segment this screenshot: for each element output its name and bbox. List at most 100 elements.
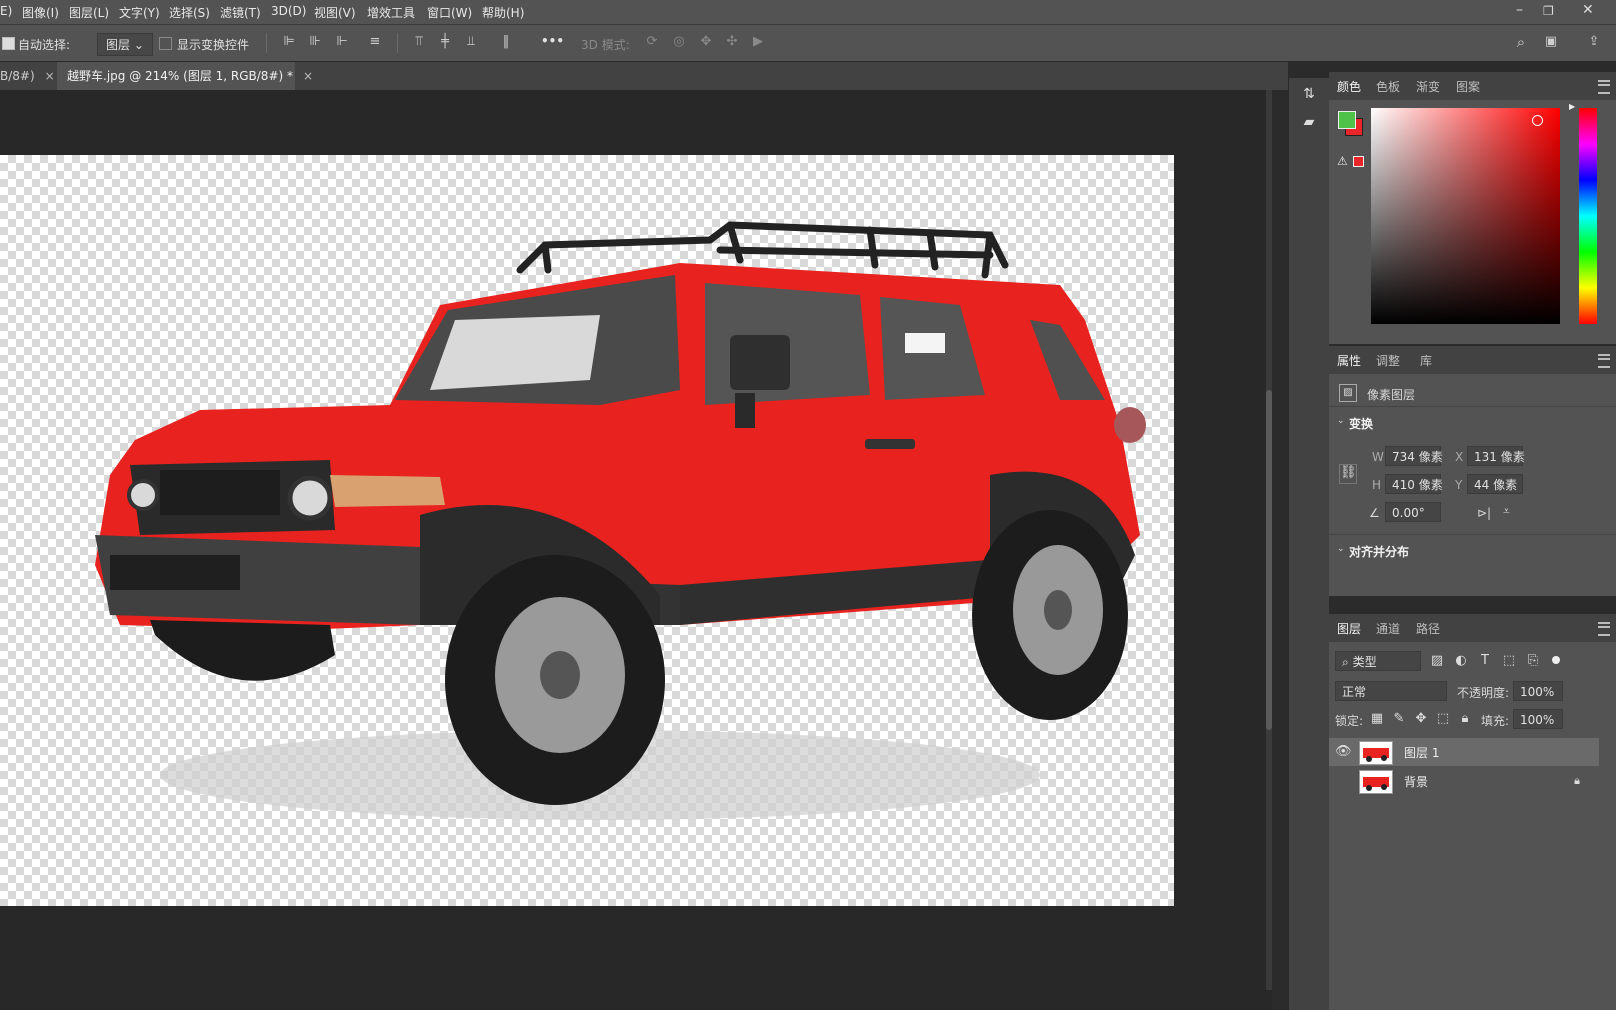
history-icon[interactable]: ⇅ <box>1299 84 1319 104</box>
menu-bar: E) 图像(I) 图层(L) 文字(Y) 选择(S) 滤镜(T) 3D(D) 视… <box>0 0 1616 25</box>
layer-type-label: 像素图层 <box>1367 388 1416 402</box>
layer-thumbnail <box>1359 770 1393 794</box>
lock-all-icon[interactable]: 🔒︎ <box>1457 711 1473 727</box>
auto-select-checkbox[interactable] <box>2 37 15 50</box>
color-picker-cursor[interactable] <box>1532 115 1543 126</box>
eye-icon[interactable]: 👁︎ <box>1335 744 1352 760</box>
tab-color[interactable]: 颜色 <box>1337 78 1361 95</box>
lock-move-icon[interactable]: ✥ <box>1413 711 1429 727</box>
layer-thumbnail <box>1359 741 1393 765</box>
x-field[interactable]: 131 像素 <box>1467 446 1525 466</box>
tab-adjustments[interactable]: 调整 <box>1376 352 1400 369</box>
layers-panel-tabs: 图层 通道 路径 <box>1329 614 1616 642</box>
panel-menu-icon[interactable] <box>1598 622 1610 636</box>
menu-select[interactable]: 选择(S) <box>169 4 210 21</box>
link-dimensions-icon[interactable]: ⛓ <box>1339 464 1357 484</box>
align-hcenter-icon[interactable]: ⊪ <box>307 34 323 50</box>
document-canvas[interactable] <box>0 155 1174 906</box>
filter-shape-icon[interactable]: ⬚ <box>1501 653 1517 669</box>
search-icon[interactable]: ⌕ <box>1513 34 1529 50</box>
gamut-warning-icon[interactable]: ⚠ <box>1337 154 1348 168</box>
roll-3d-icon[interactable]: ◎ <box>671 34 687 50</box>
tab-gradients[interactable]: 渐变 <box>1416 78 1440 95</box>
panel-menu-icon[interactable] <box>1598 354 1610 368</box>
close-window-icon[interactable]: ✕ <box>1582 2 1594 18</box>
angle-field[interactable]: 0.00° <box>1385 502 1441 522</box>
minimize-icon[interactable]: – <box>1516 2 1523 18</box>
filter-pixel-icon[interactable]: ▨ <box>1429 653 1445 669</box>
auto-select-label: 自动选择: <box>18 38 71 52</box>
pan-3d-icon[interactable]: ✥ <box>698 34 714 50</box>
gamut-swatch[interactable] <box>1353 156 1364 167</box>
align-top-icon[interactable]: ⫪ <box>411 34 427 50</box>
menu-plugins[interactable]: 增效工具 <box>367 4 415 21</box>
color-picker-field[interactable] <box>1371 108 1560 324</box>
tab-patterns[interactable]: 图案 <box>1456 78 1480 95</box>
layer-row[interactable]: 👁︎ 图层 1 <box>1329 738 1599 766</box>
tab-document-2[interactable]: 越野车.jpg @ 214% (图层 1, RGB/8#) * × <box>57 62 313 90</box>
scrollbar-thumb[interactable] <box>1266 390 1272 730</box>
layer-row[interactable]: 背景 🔒︎ <box>1329 767 1599 795</box>
camera-3d-icon[interactable]: ▶ <box>750 34 766 50</box>
menu-window[interactable]: 窗口(W) <box>427 4 472 21</box>
more-options-button[interactable]: ••• <box>541 34 564 48</box>
filter-smart-object-icon[interactable]: ⎘ <box>1525 653 1541 669</box>
filter-adjustment-icon[interactable]: ◐ <box>1453 653 1469 669</box>
divider <box>1329 406 1616 407</box>
close-tab-icon[interactable]: × <box>303 69 313 83</box>
distribute-vertical-icon[interactable]: ‖ <box>498 34 514 50</box>
filter-toggle[interactable] <box>1552 656 1560 664</box>
auto-select-dropdown[interactable]: 图层 ⌄ <box>97 33 153 56</box>
menu-3d[interactable]: 3D(D) <box>271 4 306 18</box>
lock-transparent-icon[interactable]: ▦ <box>1369 711 1385 727</box>
hue-slider[interactable] <box>1579 108 1597 324</box>
menu-filter[interactable]: 滤镜(T) <box>220 4 261 21</box>
opacity-field[interactable]: 100% <box>1513 681 1563 701</box>
align-vcenter-icon[interactable]: ╪ <box>437 34 453 50</box>
blend-mode-dropdown[interactable]: 正常 <box>1335 681 1447 701</box>
y-field[interactable]: 44 像素 <box>1467 474 1523 494</box>
height-field[interactable]: 410 像素 <box>1385 474 1443 494</box>
distribute-icon[interactable]: ≡ <box>367 34 383 50</box>
canvas-workspace[interactable] <box>0 90 1272 1010</box>
menu-image[interactable]: 图像(I) <box>22 4 59 21</box>
angle-icon: ∠ <box>1369 506 1380 520</box>
menu-edit[interactable]: E) <box>0 4 12 18</box>
layer-filter-dropdown[interactable]: ⌕ 类型 <box>1335 651 1421 671</box>
blend-mode-value: 正常 <box>1342 685 1367 699</box>
align-bottom-icon[interactable]: ⫫ <box>463 34 479 50</box>
menu-help[interactable]: 帮助(H) <box>482 4 524 21</box>
restore-icon[interactable]: ❐ <box>1543 4 1554 18</box>
fill-field[interactable]: 100% <box>1513 709 1563 729</box>
flip-horizontal-icon[interactable]: ⊳| <box>1477 506 1491 520</box>
slide-3d-icon[interactable]: ✣ <box>724 34 740 50</box>
collapse-transform-icon[interactable]: ⌄ <box>1337 416 1345 426</box>
collapse-align-icon[interactable]: ⌄ <box>1337 544 1345 554</box>
align-left-icon[interactable]: ⊫ <box>281 34 297 50</box>
lock-paint-icon[interactable]: ✎ <box>1391 711 1407 727</box>
orbit-3d-icon[interactable]: ⟳ <box>644 34 660 50</box>
flip-vertical-icon[interactable]: ⩡ <box>1503 504 1510 519</box>
workspace-icon[interactable]: ▣ <box>1543 34 1559 50</box>
lock-artboard-icon[interactable]: ⬚ <box>1435 711 1451 727</box>
tab-paths[interactable]: 路径 <box>1416 620 1440 637</box>
share-icon[interactable]: ⇪ <box>1586 34 1602 50</box>
tab-swatches[interactable]: 色板 <box>1376 78 1400 95</box>
menu-layer[interactable]: 图层(L) <box>69 4 109 21</box>
menu-view[interactable]: 视图(V) <box>314 4 356 21</box>
tab-libraries[interactable]: 库 <box>1420 352 1432 369</box>
tab-layers[interactable]: 图层 <box>1337 620 1361 637</box>
panel-menu-icon[interactable] <box>1598 80 1610 94</box>
foreground-color-swatch[interactable] <box>1338 111 1356 129</box>
comments-icon[interactable]: ▰ <box>1299 112 1319 132</box>
align-right-icon[interactable]: ⊩ <box>334 34 350 50</box>
tab-document-1[interactable]: B/8#) × <box>0 62 56 90</box>
hue-slider-handle-icon[interactable]: ▶ <box>1569 102 1575 111</box>
width-field[interactable]: 734 像素 <box>1385 446 1443 466</box>
tab-channels[interactable]: 通道 <box>1376 620 1400 637</box>
tab-properties[interactable]: 属性 <box>1337 352 1361 369</box>
filter-type-icon[interactable]: T <box>1477 653 1493 669</box>
close-tab-icon[interactable]: × <box>45 69 55 83</box>
menu-type[interactable]: 文字(Y) <box>119 4 160 21</box>
show-transform-checkbox[interactable] <box>159 37 172 50</box>
